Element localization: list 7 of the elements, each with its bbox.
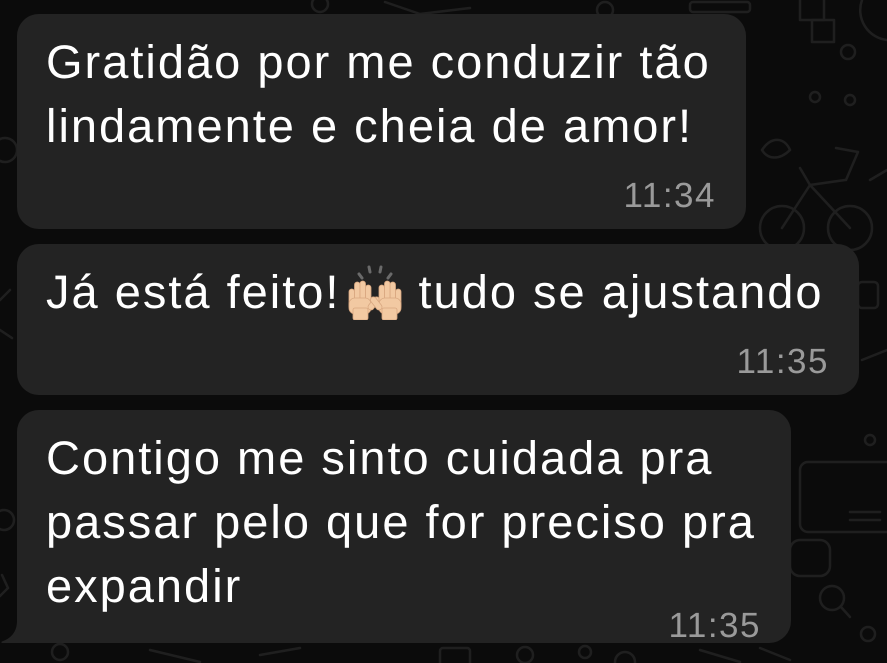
message-time: 11:35 [736, 349, 829, 375]
message-text: Contigo me sinto cuidada pra passar pelo que for preciso pra expandir [46, 431, 756, 612]
message-time: 11:34 [624, 183, 716, 209]
message-text: Já está feito! [46, 265, 340, 318]
message-time: 11:35 [668, 613, 761, 639]
message-text: tudo se ajustando [418, 265, 824, 318]
message-text: Gratidão por me conduzir tão lindamente e cheia de amor! [46, 35, 711, 152]
